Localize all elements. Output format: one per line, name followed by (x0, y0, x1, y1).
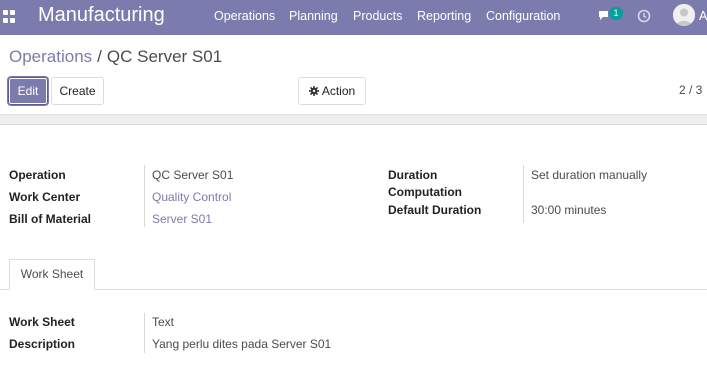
user-name[interactable]: A (699, 9, 707, 23)
activity-clock-icon[interactable] (637, 9, 651, 23)
bill-of-material-link[interactable]: Server S01 (152, 212, 212, 226)
tab-strip-line (0, 289, 707, 290)
description-label: Description (9, 337, 76, 351)
work-center-link[interactable]: Quality Control (152, 190, 231, 204)
description-value: Yang perlu dites pada Server S01 (152, 337, 332, 351)
menu-products[interactable]: Products (353, 9, 402, 23)
menu-planning[interactable]: Planning (289, 9, 338, 23)
bill-of-material-label: Bill of Material (9, 212, 92, 226)
work-sheet-label: Work Sheet (9, 315, 75, 329)
create-button[interactable]: Create (51, 77, 104, 105)
apps-menu-icon[interactable] (3, 10, 16, 23)
duration-computation-label-line2: Computation (388, 185, 462, 199)
work-sheet-value: Text (152, 315, 175, 329)
breadcrumb: Operations / QC Server S01 (9, 47, 222, 67)
duration-computation-label-line1: Duration (388, 168, 438, 182)
breadcrumb-separator: / (97, 47, 102, 66)
default-duration-label: Default Duration (388, 203, 482, 217)
action-button[interactable]: Action (298, 77, 366, 105)
left-group-separator (144, 165, 145, 227)
worksheet-separator (144, 313, 145, 353)
tab-work-sheet[interactable]: Work Sheet (9, 259, 95, 290)
operation-label: Operation (9, 168, 66, 182)
edit-button[interactable]: Edit (7, 76, 49, 106)
default-duration-value: 30:00 minutes (531, 203, 607, 217)
right-group-separator (523, 165, 524, 223)
work-center-label: Work Center (9, 190, 81, 204)
operation-value: QC Server S01 (152, 168, 234, 182)
sheet-divider (0, 114, 707, 125)
breadcrumb-current: QC Server S01 (106, 47, 223, 66)
app-title: Manufacturing (38, 4, 165, 26)
gear-icon (308, 86, 319, 96)
action-button-label: Action (321, 84, 356, 98)
menu-configuration[interactable]: Configuration (486, 9, 560, 23)
user-avatar-icon (673, 4, 695, 26)
top-navbar: Manufacturing Operations Planning Produc… (0, 0, 707, 35)
record-pager[interactable]: 2 / 3 (679, 83, 702, 97)
breadcrumb-parent[interactable]: Operations (9, 47, 92, 66)
user-avatar[interactable] (673, 4, 695, 26)
menu-reporting[interactable]: Reporting (417, 9, 471, 23)
menu-operations[interactable]: Operations (214, 9, 275, 23)
duration-computation-value: Set duration manually (531, 168, 648, 182)
chat-counter-badge: 1 (609, 7, 623, 20)
